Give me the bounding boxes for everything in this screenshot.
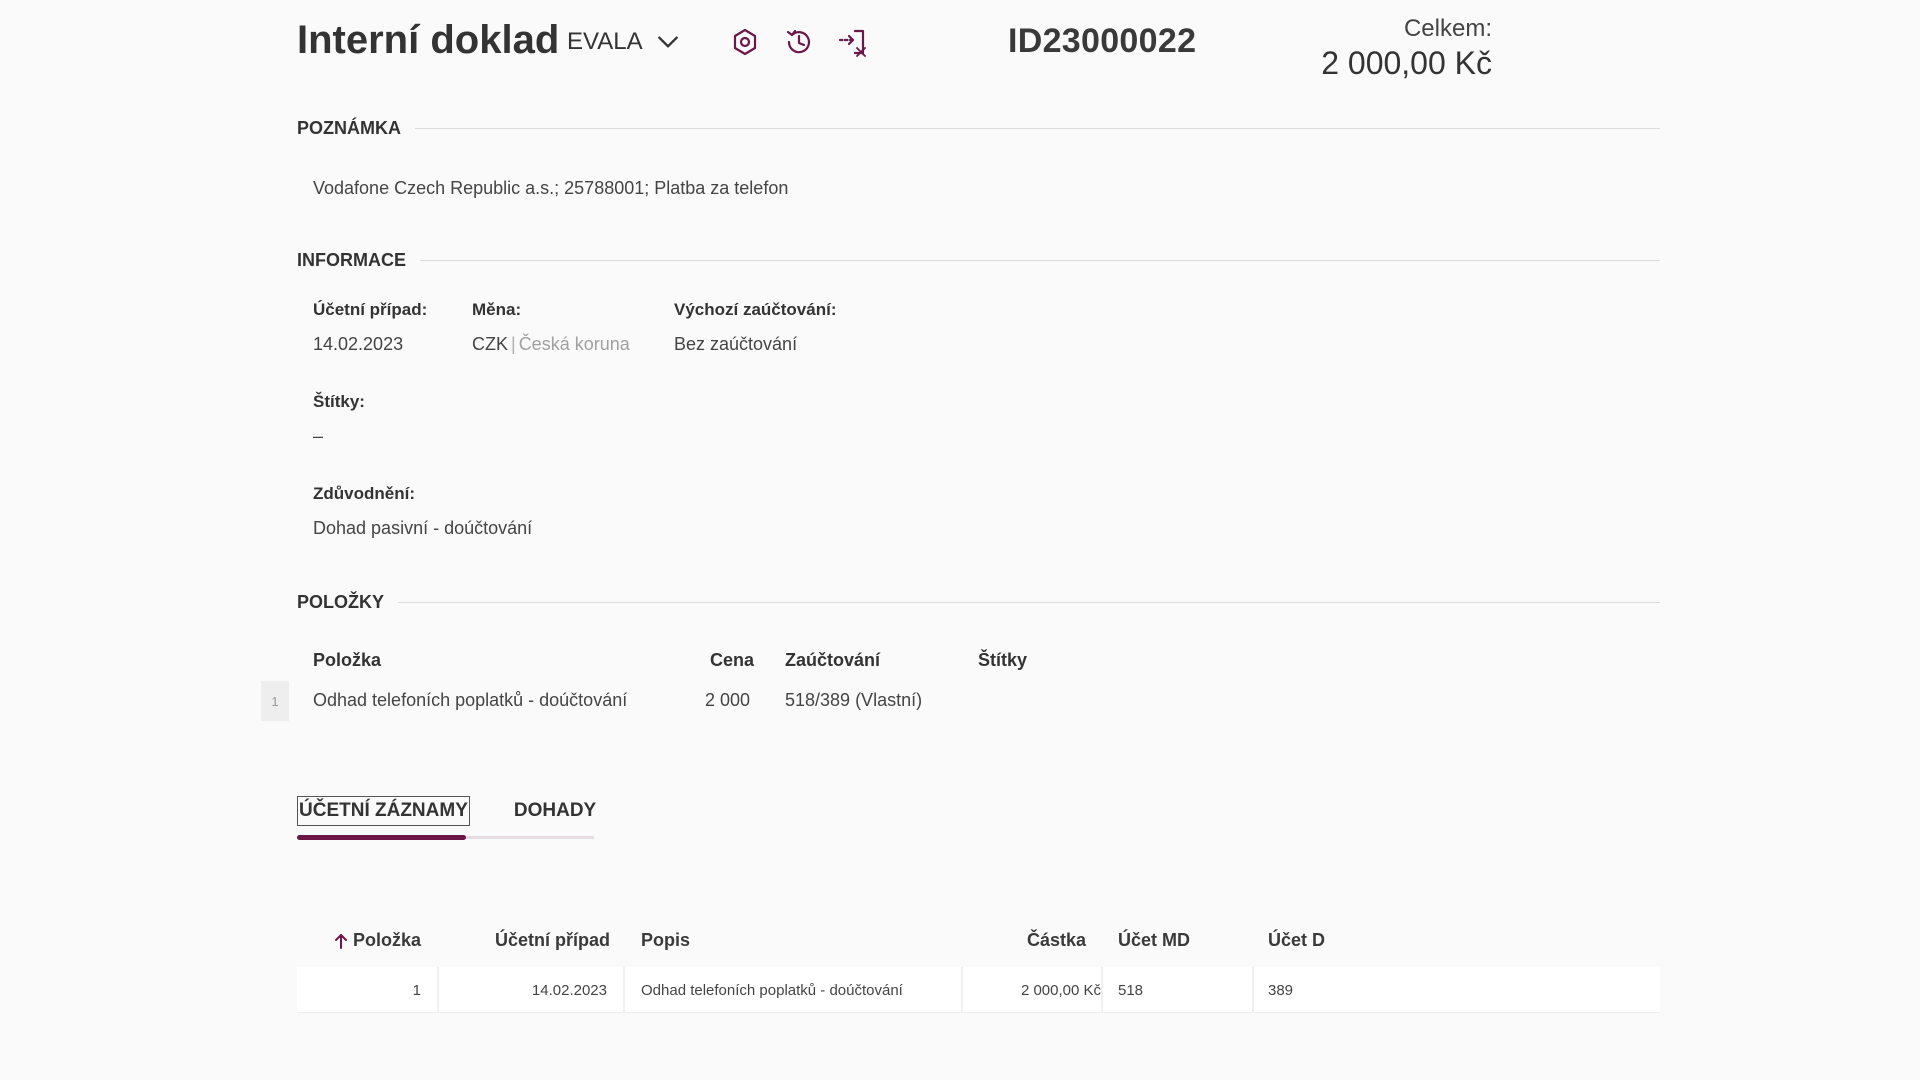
currency-name: Česká koruna <box>518 334 630 354</box>
currency-label: Měna: <box>472 300 522 319</box>
record-desc-cell: Odhad telefoních poplatků - doúčtování <box>641 981 903 999</box>
records-col-debit[interactable]: Účet MD <box>1118 930 1190 951</box>
records-table-header: Položka Účetní případ Popis Částka Účet … <box>297 922 1660 967</box>
item-row-name[interactable]: Odhad telefoních poplatků - doúčtování <box>313 690 627 711</box>
records-col-case[interactable]: Účetní případ <box>495 930 610 951</box>
justification-label: Zdůvodnění: <box>313 484 415 503</box>
header-actions <box>729 26 869 58</box>
justification-field: Zdůvodnění: Dohad pasivní - doúčtování <box>313 484 532 539</box>
tags-value: – <box>313 426 324 446</box>
info-section-header: INFORMACE <box>297 250 1660 271</box>
company-name: EVALA <box>567 28 643 55</box>
records-table: Položka Účetní případ Popis Částka Účet … <box>297 922 1660 1013</box>
items-section-title: POLOŽKY <box>297 592 385 612</box>
accounting-case-label: Účetní případ: <box>313 300 428 319</box>
records-col-credit[interactable]: Účet D <box>1268 930 1325 951</box>
page-title: Interní doklad <box>297 18 560 62</box>
item-row-number: 1 <box>261 681 289 721</box>
record-case-cell: 14.02.2023 <box>531 981 607 999</box>
records-col-desc[interactable]: Popis <box>641 930 690 951</box>
record-item-cell: 1 <box>412 981 421 999</box>
record-debit-cell: 518 <box>1118 981 1144 999</box>
accounting-case-field: Účetní případ: 14.02.2023 <box>313 300 427 355</box>
column-separator <box>1252 967 1254 1013</box>
note-section-title: POZNÁMKA <box>297 118 401 138</box>
record-amount-cell: 2 000,00 Kč <box>1020 981 1101 999</box>
section-divider <box>420 260 1660 261</box>
currency-field: Měna: CZK | Česká koruna <box>472 300 630 355</box>
tags-field: Štítky: – <box>313 392 365 447</box>
total-block: Celkem: 2 000,00 Kč <box>1321 15 1492 82</box>
tags-label: Štítky: <box>313 392 365 411</box>
currency-separator: | <box>511 334 516 354</box>
default-posting-field: Výchozí zaúčtování: Bez zaúčtování <box>674 300 836 355</box>
default-posting-label: Výchozí zaúčtování: <box>674 300 837 319</box>
note-text: Vodafone Czech Republic a.s.; 25788001; … <box>313 178 789 198</box>
tab-active-indicator <box>297 835 466 840</box>
tab-estimates[interactable]: DOHADY <box>514 800 596 826</box>
items-col-posting: Zaúčtování <box>785 650 881 670</box>
tab-accounting-records[interactable]: ÚČETNÍ ZÁZNAMY <box>297 796 470 826</box>
tab-bar: ÚČETNÍ ZÁZNAMY DOHADY <box>297 796 596 826</box>
record-credit-cell: 389 <box>1268 981 1294 999</box>
item-row-price: 2 000 <box>705 690 751 710</box>
section-divider <box>415 128 1660 129</box>
settings-gear-icon[interactable] <box>729 26 761 58</box>
currency-code: CZK <box>472 334 508 354</box>
records-col-amount[interactable]: Částka <box>1027 930 1086 951</box>
company-selector[interactable]: EVALA <box>567 28 681 56</box>
items-col-price: Cena <box>710 650 755 670</box>
column-separator <box>1101 967 1103 1013</box>
internal-document-page: Interní doklad EVALA ID23000022 Celkem: … <box>0 0 1920 1080</box>
info-section-title: INFORMACE <box>297 250 406 270</box>
total-label: Celkem: <box>1403 15 1492 42</box>
history-clock-icon[interactable] <box>783 26 815 58</box>
items-col-item: Položka <box>313 650 382 670</box>
total-value: 2 000,00 Kč <box>1321 45 1492 81</box>
default-posting-value: Bez zaúčtování <box>674 334 798 354</box>
sort-ascending-icon <box>335 933 347 949</box>
items-section-header: POLOŽKY <box>297 592 1660 613</box>
items-col-tags: Štítky <box>978 650 1028 670</box>
section-divider <box>398 602 1660 603</box>
export-icon[interactable] <box>837 26 869 58</box>
justification-value: Dohad pasivní - doúčtování <box>313 518 533 538</box>
table-row[interactable]: 1 14.02.2023 Odhad telefoních poplatků -… <box>297 967 1660 1013</box>
chevron-down-icon <box>657 36 678 48</box>
currency-value: CZK | Česká koruna <box>472 334 630 355</box>
document-id: ID23000022 <box>1008 22 1197 60</box>
accounting-case-value: 14.02.2023 <box>313 334 404 354</box>
records-col-item[interactable]: Položka <box>333 930 421 951</box>
column-separator <box>623 967 625 1013</box>
item-row-posting: 518/389 (Vlastní) <box>785 690 923 710</box>
records-col-item-label: Položka <box>353 930 422 950</box>
note-section-header: POZNÁMKA <box>297 118 1660 139</box>
